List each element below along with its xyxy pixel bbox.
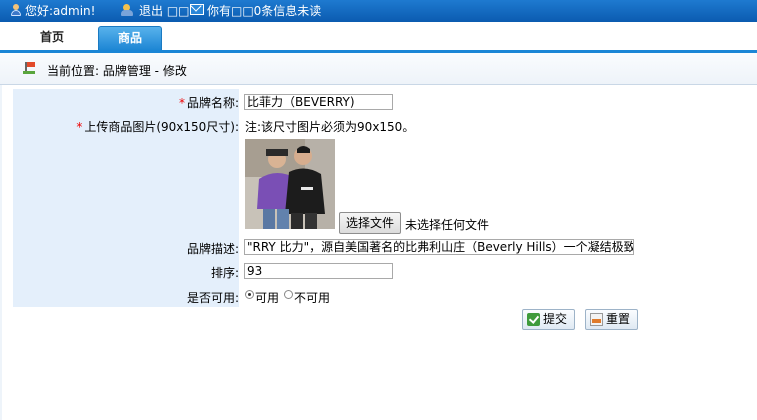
messages-link[interactable]: 你有□□0条信息未读 [207, 3, 321, 19]
required-mark: * [76, 120, 83, 134]
flag-icon [23, 62, 35, 74]
required-mark: * [178, 96, 185, 110]
breadcrumb-text: 当前位置: 品牌管理 - 修改 [47, 64, 187, 78]
brand-name-input[interactable]: 比菲力（BEVERRY) [244, 94, 393, 110]
reset-icon [590, 313, 603, 326]
submit-button[interactable]: 提交 [522, 309, 575, 330]
mail-icon[interactable] [190, 4, 204, 15]
user-icon [10, 4, 22, 17]
description-label: 品牌描述: [186, 242, 239, 256]
enabled-radio-yes[interactable] [245, 290, 254, 299]
logout-link[interactable]: 退出 □□ [139, 3, 190, 19]
brand-name-label: * 品牌名称: [178, 96, 239, 110]
greeting-text: 您好:admin! [25, 4, 96, 18]
tab-goods[interactable]: 商品 [98, 26, 162, 50]
sort-input[interactable]: 93 [244, 263, 393, 279]
top-bar: 您好:admin! 退出 □□ 你有□□0条信息未读 [0, 0, 757, 22]
description-input[interactable]: "RRY 比力"，源自美国著名的比弗利山庄（Beverly Hills）一个凝结… [244, 239, 634, 255]
left-border [0, 85, 2, 420]
enabled-radio-no[interactable] [284, 290, 293, 299]
tab-home[interactable]: 首页 [20, 26, 84, 50]
brand-image-preview [245, 139, 335, 229]
reset-button[interactable]: 重置 [585, 309, 638, 330]
image-size-note: 注:该尺寸图片必须为90x150。 [245, 120, 415, 134]
choose-file-button[interactable]: 选择文件 [339, 212, 401, 234]
image-label: * 上传商品图片(90x150尺寸): [76, 120, 239, 134]
enabled-label: 是否可用: [186, 291, 239, 305]
check-icon [527, 313, 540, 326]
enabled-option-yes-label[interactable]: 可用 [255, 289, 279, 306]
enabled-option-no-label[interactable]: 不可用 [294, 289, 330, 306]
sort-label: 排序: [210, 266, 239, 280]
file-status-text: 未选择任何文件 [405, 218, 490, 232]
logout-icon[interactable] [121, 3, 135, 17]
